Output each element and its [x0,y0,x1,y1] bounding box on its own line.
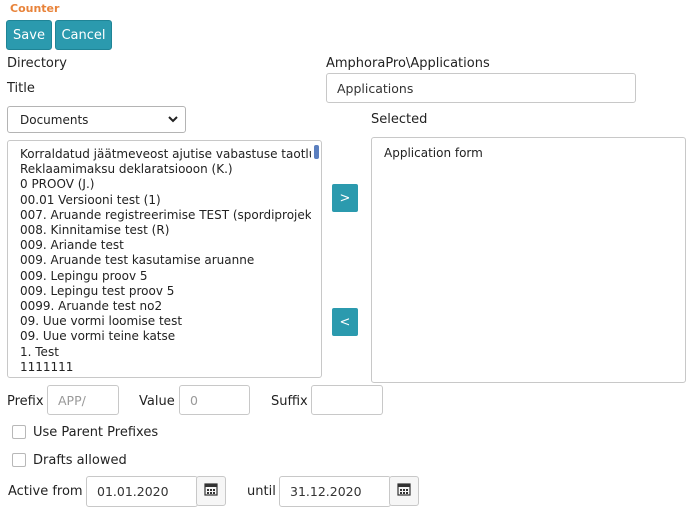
selected-label: Selected [371,112,428,127]
value-placeholder: 0 [190,392,198,408]
directory-value: AmphoraPro\Applications [326,56,490,71]
list-item[interactable]: 007. Aruande registreerimise TEST (spord… [20,208,311,223]
drafts-allowed-label: Drafts allowed [33,453,127,468]
until-calendar-button[interactable] [389,476,419,506]
value-input[interactable]: 0 [179,385,250,415]
list-item[interactable]: 009. Lepingu proov 5 [20,269,311,284]
selected-list[interactable]: Application form [371,137,686,383]
title-input[interactable]: Applications [326,73,636,103]
type-select-value: Documents [20,112,89,127]
list-item[interactable]: 0099. Aruande test no2 [20,299,311,314]
list-item[interactable]: 09. Uue vormi teine katse [20,329,311,344]
directory-label: Directory [7,56,67,71]
prefix-input[interactable]: APP/ [47,385,119,415]
selected-list-item[interactable]: Application form [384,146,675,161]
list-item[interactable]: 09. Uue vormi loomise test [20,314,311,329]
save-button[interactable]: Save [6,20,52,50]
calendar-icon [204,482,218,500]
use-parent-prefixes-label: Use Parent Prefixes [33,425,159,440]
chevron-down-icon [167,113,179,128]
prefix-placeholder: APP/ [58,392,86,408]
until-label: until [247,484,276,499]
list-item[interactable]: 009. Ariande test [20,238,311,253]
drafts-allowed-checkbox[interactable] [12,453,26,467]
prefix-label: Prefix [7,394,44,409]
suffix-label: Suffix [271,394,308,409]
list-item[interactable]: 009. Lepingu test proov 5 [20,284,311,299]
list-item[interactable]: Korraldatud jäätmeveost ajutise vabastus… [20,147,311,162]
list-item[interactable]: 008. Kinnitamise test (R) [20,223,311,238]
scrollbar[interactable] [314,145,319,159]
title-input-value: Applications [337,80,414,96]
type-select[interactable]: Documents [7,106,186,133]
value-label: Value [139,394,175,409]
suffix-input[interactable] [311,385,383,415]
move-left-button[interactable]: < [332,308,358,336]
calendar-icon [397,482,411,500]
title-label: Title [7,81,35,96]
move-right-button[interactable]: > [332,184,358,212]
list-item[interactable]: Reklaamimaksu deklaratsiooon (K.) [20,162,311,177]
active-from-calendar-button[interactable] [196,476,226,506]
list-item[interactable]: 00.01 Versiooni test (1) [20,193,311,208]
list-item[interactable]: 1. Test [20,345,311,360]
use-parent-prefixes-checkbox[interactable] [12,425,26,439]
page-title: Counter [10,2,60,15]
list-item[interactable]: 12.06 test [20,375,311,377]
list-item[interactable]: 009. Aruande test kasutamise aruanne [20,253,311,268]
active-from-input[interactable]: 01.01.2020 [86,476,198,507]
list-item[interactable]: 1111111 [20,360,311,375]
active-from-value: 01.01.2020 [97,484,169,499]
list-item[interactable]: 0 PROOV (J.) [20,177,311,192]
cancel-button[interactable]: Cancel [55,20,112,50]
available-list[interactable]: Korraldatud jäätmeveost ajutise vabastus… [7,140,322,378]
until-input[interactable]: 31.12.2020 [279,476,391,507]
until-value: 31.12.2020 [290,484,362,499]
active-from-label: Active from [8,484,83,499]
